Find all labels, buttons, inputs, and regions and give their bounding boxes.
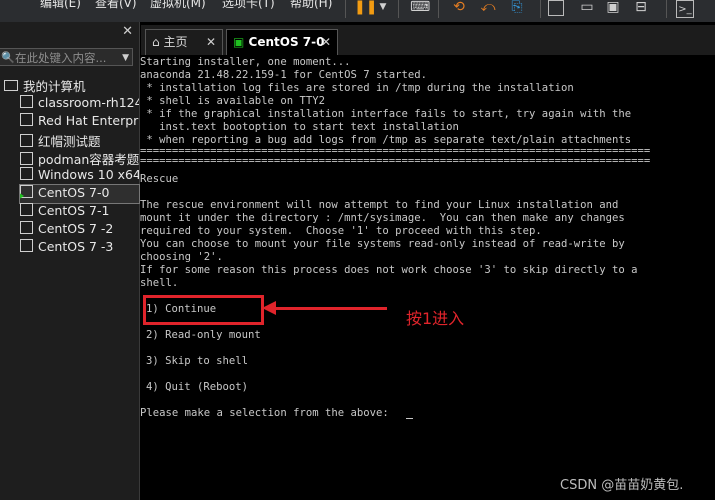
send-keys-icon[interactable]: ⌨ <box>410 0 430 16</box>
chevron-down-icon[interactable]: ▼ <box>374 0 392 16</box>
terminal-line: shell. <box>140 277 179 289</box>
terminal-line: required to your system. Choose '1' to p… <box>140 225 542 237</box>
toolbar-separator <box>438 0 439 18</box>
computer-icon <box>4 80 18 91</box>
toolbar-separator <box>398 0 399 18</box>
tab-centos-7-0[interactable]: ▣ CentOS 7-0 ✕ <box>226 29 338 55</box>
vm-icon <box>20 152 33 165</box>
terminal-line: * if the graphical installation interfac… <box>140 108 632 120</box>
chevron-down-icon[interactable]: ▼ <box>122 49 129 67</box>
search-icon: 🔍 <box>1 51 15 64</box>
tree-item-label: Windows 10 x64 <box>38 167 139 182</box>
home-icon: ⌂ <box>152 35 160 49</box>
close-icon[interactable]: ✕ <box>206 30 216 54</box>
terminal-line: choosing '2'. <box>140 251 223 263</box>
tree-item-centos-7-0[interactable]: CentOS 7-0 <box>19 184 140 204</box>
menu-help[interactable]: 帮助(H) <box>290 0 332 11</box>
terminal-line: Rescue <box>140 173 179 185</box>
fullscreen-icon[interactable]: ▭ <box>578 0 596 16</box>
vm-icon <box>20 203 33 216</box>
revert-snapshot-icon[interactable]: ⤺ <box>479 0 497 16</box>
terminal-line: mount it under the directory : /mnt/sysi… <box>140 212 625 224</box>
tab-home[interactable]: ⌂ 主页 ✕ <box>145 29 223 55</box>
search-input[interactable]: 🔍 在此处键入内容... ▼ <box>0 48 133 66</box>
snapshot-icon[interactable]: ⟲ <box>450 0 468 16</box>
tree-item-centos-7-3[interactable]: CentOS 7 -3 <box>20 239 139 257</box>
tree-item-label: podman容器考题 <box>38 152 139 167</box>
terminal-line: Starting installer, one moment... <box>140 56 351 68</box>
watermark: CSDN @苗苗奶黄包. <box>560 478 684 493</box>
menu-vm[interactable]: 虚拟机(M) <box>150 0 206 11</box>
highlight-box <box>143 295 264 325</box>
arrow-line <box>270 307 387 310</box>
vm-tab-icon: ▣ <box>233 35 245 49</box>
terminal-icon[interactable]: >_ <box>676 0 694 18</box>
vm-icon <box>20 167 33 180</box>
menu-edit[interactable]: 编辑(E) <box>40 0 81 11</box>
close-icon[interactable]: ✕ <box>321 30 331 54</box>
pause-icon[interactable]: ❚❚ <box>354 0 377 16</box>
terminal-line: You can choose to mount your file system… <box>140 238 625 250</box>
tree-item-windows10[interactable]: Windows 10 x64 <box>20 167 139 185</box>
vm-icon <box>20 113 33 126</box>
tree-item-centos-7-2[interactable]: CentOS 7 -2 <box>20 221 139 239</box>
tree-item-podman[interactable]: podman容器考题 <box>20 149 139 167</box>
menu-tabs[interactable]: 选项卡(T) <box>222 0 275 11</box>
tree-item-red-hat[interactable]: Red Hat Enterprise <box>20 113 139 131</box>
tab-label: 主页 <box>163 35 188 49</box>
vm-icon <box>20 134 33 147</box>
terminal-line: anaconda 21.48.22.159-1 for CentOS 7 sta… <box>140 69 428 81</box>
vm-console[interactable]: Starting installer, one moment... anacon… <box>140 55 715 500</box>
terminal-line: The rescue environment will now attempt … <box>140 199 619 211</box>
vm-icon <box>20 221 33 234</box>
option-quit: 4) Quit (Reboot) <box>146 381 249 393</box>
menu-bar: 编辑(E) 查看(V) 虚拟机(M) 选项卡(T) 帮助(H) ❚❚ ▼ ⌨ ⟲… <box>0 0 715 22</box>
tree-item-label: CentOS 7 -3 <box>38 239 114 254</box>
tree-item-label: CentOS 7 -2 <box>38 221 114 236</box>
tab-bar: ⌂ 主页 ✕ ▣ CentOS 7-0 ✕ <box>141 25 715 55</box>
option-read-only: 2) Read-only mount <box>146 329 261 341</box>
sidebar-view-icon[interactable] <box>548 0 564 16</box>
tree-item-label: classroom-rh124 <box>38 95 139 110</box>
tree-item-centos-7-1[interactable]: CentOS 7-1 <box>20 203 139 221</box>
terminal-line: If for some reason this process does not… <box>140 264 638 276</box>
tab-label: CentOS 7-0 <box>248 35 325 49</box>
toolbar-separator <box>345 0 346 18</box>
terminal-prompt: Please make a selection from the above: <box>140 407 389 419</box>
close-icon[interactable]: ✕ <box>122 24 133 39</box>
terminal-line: inst.text bootoption to start text insta… <box>140 121 459 133</box>
snapshot-manager-icon[interactable]: ⎘ <box>508 0 526 16</box>
tree-item-label: CentOS 7-1 <box>38 203 110 218</box>
search-placeholder: 在此处键入内容... <box>15 51 107 65</box>
tree-item-label: Red Hat Enterprise <box>38 113 139 128</box>
tree-root-my-computer[interactable]: 我的计算机 <box>4 76 86 95</box>
tree-item-redhat-test[interactable]: 红帽测试题 <box>20 131 139 149</box>
terminal-line: * shell is available on TTY2 <box>140 95 325 107</box>
terminal-line: * installation log files are stored in /… <box>140 82 574 94</box>
tree-item-label: 红帽测试题 <box>38 134 101 149</box>
tree-root-label: 我的计算机 <box>23 79 86 94</box>
vm-running-icon <box>20 185 33 200</box>
tree-item-classroom[interactable]: classroom-rh124 <box>20 95 139 113</box>
tree-item-label: CentOS 7-0 <box>38 185 110 200</box>
unity-icon[interactable]: ▣ <box>604 0 622 16</box>
annotation-text: 按1进入 <box>406 309 465 328</box>
library-sidebar: ✕ 🔍 在此处键入内容... ▼ 我的计算机 classroom-rh124 R… <box>0 22 140 500</box>
vm-icon <box>20 95 33 108</box>
toolbar-separator <box>540 0 541 18</box>
toolbar-separator <box>666 0 667 18</box>
vm-icon <box>20 239 33 252</box>
option-skip-shell: 3) Skip to shell <box>146 355 249 367</box>
terminal-divider: ========================================… <box>140 155 651 167</box>
console-view-icon[interactable]: ⊟ <box>632 0 650 16</box>
terminal-cursor <box>406 418 413 419</box>
menu-view[interactable]: 查看(V) <box>95 0 137 11</box>
